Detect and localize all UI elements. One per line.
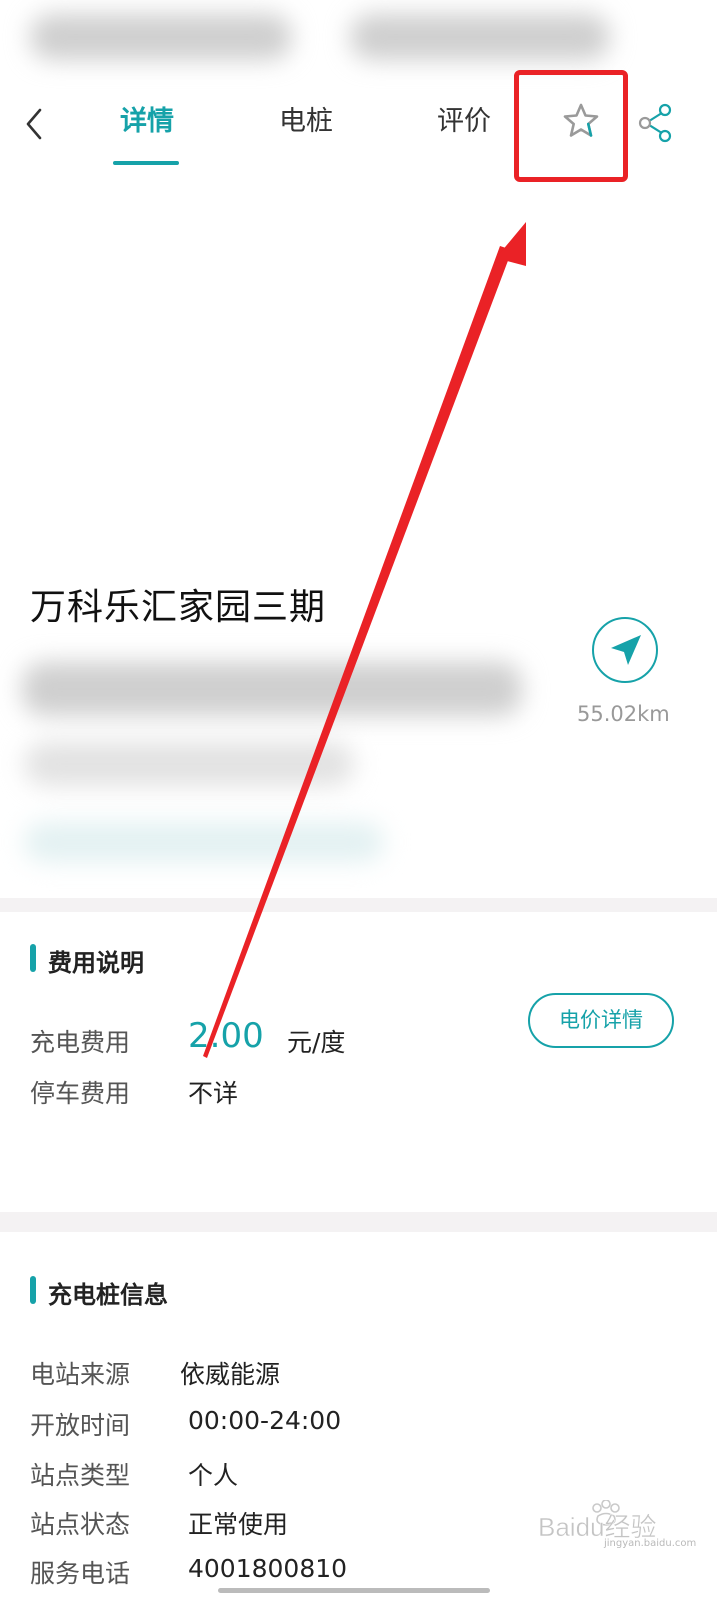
section-marker bbox=[30, 944, 36, 972]
tab-piles[interactable]: 电桩 bbox=[279, 102, 333, 142]
charging-fee-label: 充电费用 bbox=[30, 1028, 131, 1057]
redacted-labels bbox=[24, 822, 384, 862]
tab-reviews[interactable]: 评价 bbox=[437, 102, 491, 142]
annotation-highlight-box bbox=[514, 70, 628, 182]
fees-section-title: 费用说明 bbox=[48, 949, 144, 977]
watermark-site: jingyan.baidu.com bbox=[604, 1538, 697, 1549]
navigate-button[interactable] bbox=[592, 617, 658, 683]
active-tab-indicator bbox=[113, 161, 179, 165]
info-value-status: 正常使用 bbox=[188, 1510, 289, 1539]
info-label-source: 电站来源 bbox=[30, 1360, 131, 1389]
station-distance: 55.02km bbox=[577, 702, 670, 726]
redacted-address bbox=[22, 662, 522, 716]
info-label-status: 站点状态 bbox=[30, 1510, 131, 1539]
station-name: 万科乐汇家园三期 bbox=[30, 587, 327, 628]
info-value-source: 依威能源 bbox=[180, 1360, 281, 1389]
info-value-hours: 00:00-24:00 bbox=[188, 1406, 342, 1435]
info-value-phone[interactable]: 4001800810 bbox=[188, 1554, 347, 1583]
redacted-tags bbox=[24, 742, 354, 786]
info-label-hours: 开放时间 bbox=[30, 1411, 131, 1440]
pile-info-section-title: 充电桩信息 bbox=[48, 1281, 168, 1309]
tab-details[interactable]: 详情 bbox=[120, 102, 174, 142]
back-arrow-icon[interactable] bbox=[18, 104, 52, 144]
charging-fee-price: 2.00 bbox=[188, 1016, 264, 1056]
share-icon[interactable] bbox=[636, 102, 676, 144]
home-indicator[interactable] bbox=[218, 1588, 490, 1593]
info-label-phone: 服务电话 bbox=[30, 1559, 131, 1588]
charging-fee-unit: 元/度 bbox=[287, 1028, 346, 1057]
parking-fee-label: 停车费用 bbox=[30, 1079, 131, 1108]
parking-fee-value: 不详 bbox=[188, 1079, 239, 1108]
section-marker bbox=[30, 1276, 36, 1304]
info-label-type: 站点类型 bbox=[30, 1461, 131, 1490]
redacted-status-left bbox=[30, 14, 292, 60]
section-divider bbox=[0, 898, 717, 912]
navigation-arrow-icon bbox=[611, 635, 641, 665]
section-divider bbox=[0, 1212, 717, 1232]
info-value-type: 个人 bbox=[188, 1461, 239, 1490]
price-details-button[interactable]: 电价详情 bbox=[528, 993, 674, 1048]
redacted-status-right bbox=[350, 14, 610, 60]
